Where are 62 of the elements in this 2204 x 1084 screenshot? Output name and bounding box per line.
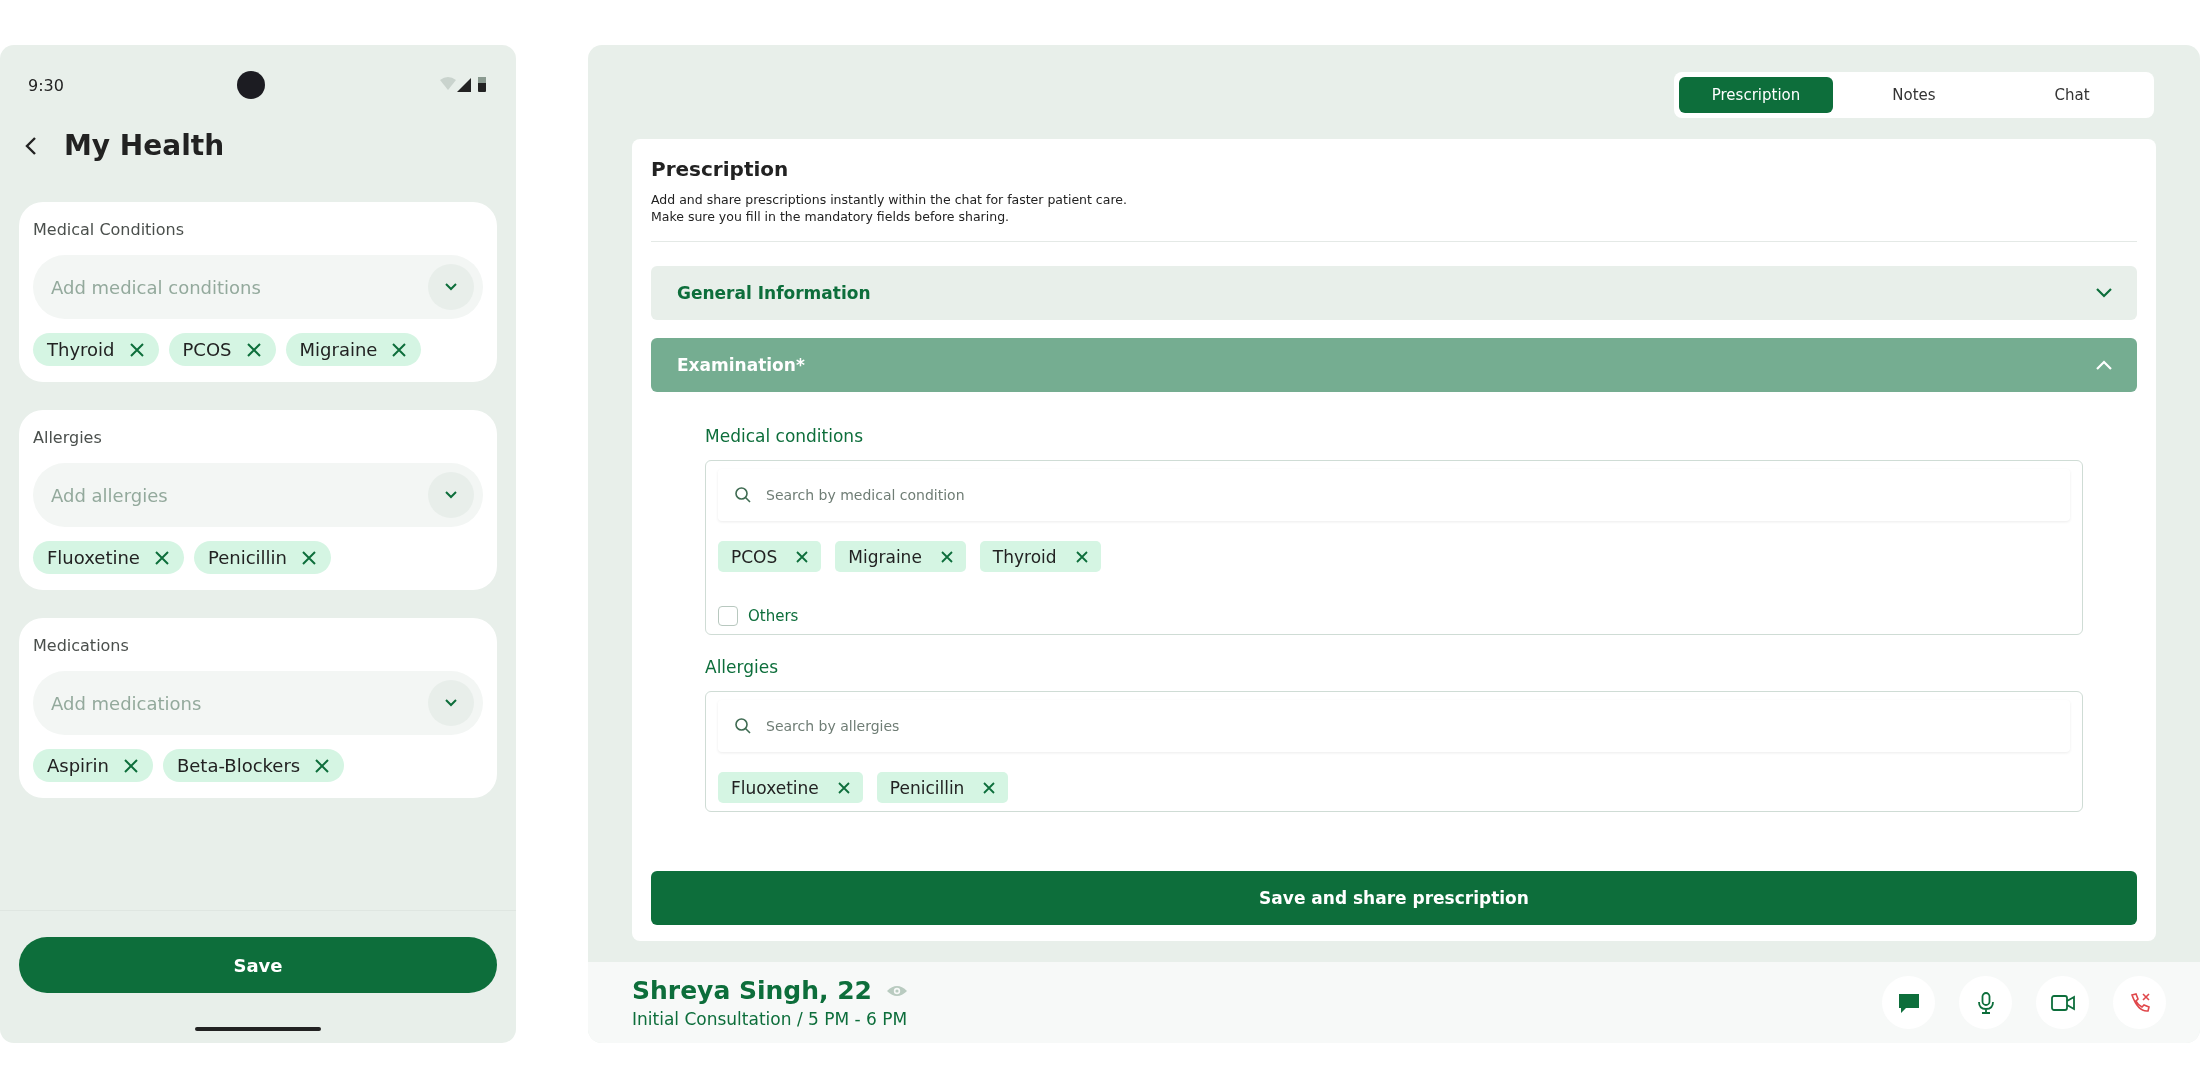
chip-label: Aspirin (47, 755, 109, 776)
close-icon[interactable] (128, 341, 145, 358)
video-camera-icon (2049, 992, 2076, 1013)
end-call-button[interactable] (2113, 976, 2166, 1029)
checkbox[interactable] (718, 606, 738, 626)
chip-label: Thyroid (992, 546, 1057, 567)
camera-dot (236, 71, 265, 99)
screen-title: My Health (64, 129, 225, 162)
close-icon[interactable] (122, 757, 139, 774)
tab[interactable]: Notes (1837, 77, 1991, 113)
chip-label: Fluoxetine (47, 547, 140, 568)
microphone-button[interactable] (1959, 976, 2012, 1029)
chip-label: PCOS (182, 339, 232, 360)
close-icon[interactable] (391, 341, 408, 358)
placeholder-text: Add allergies (51, 484, 169, 506)
status-time: 9:30 (28, 75, 64, 95)
placeholder-text: Search by allergies (766, 718, 901, 734)
search-icon (734, 486, 752, 504)
submit-button[interactable]: Save and share prescription (651, 871, 2137, 925)
close-icon[interactable] (795, 549, 810, 564)
chat-icon (1896, 991, 1921, 1014)
close-icon[interactable] (939, 549, 954, 564)
close-icon[interactable] (836, 780, 851, 795)
tab[interactable]: Chat (1995, 77, 2149, 113)
section-label: Medications (33, 636, 130, 655)
field-label: Medical conditions (705, 426, 864, 446)
search-field[interactable]: Search by medical condition (718, 469, 2070, 521)
card-title: Prescription (651, 157, 790, 181)
description-text: Add and share prescriptions instantly within the chat for faster patient care. (651, 191, 1128, 208)
tab[interactable]: Prescription (1679, 77, 1833, 113)
checkbox-label: Others (748, 607, 799, 625)
placeholder-text: Add medications (51, 692, 203, 714)
placeholder-text: Search by medical condition (766, 487, 966, 503)
chevron-up-icon[interactable] (2095, 359, 2113, 371)
description-text: Make sure you fill in the mandatory fields before sharing. (651, 208, 1011, 225)
close-icon[interactable] (982, 780, 997, 795)
field-label: Allergies (705, 657, 780, 677)
chip-label: Beta-Blockers (176, 755, 301, 776)
search-icon (734, 717, 752, 735)
chip-label: Migraine (848, 546, 922, 567)
consultation-time: Initial Consultation / 5 PM - 6 PM (632, 1009, 908, 1029)
patient-name: Shreya Singh, 22 (632, 976, 872, 1005)
save-button[interactable]: Save (19, 937, 497, 993)
chip-label: Penicillin (889, 777, 965, 798)
close-icon[interactable] (153, 549, 170, 566)
chip-label: Fluoxetine (731, 777, 819, 798)
search-field[interactable]: Search by allergies (718, 700, 2070, 752)
accordion-header[interactable]: General Information (651, 266, 2137, 320)
chip-label: Migraine (299, 339, 378, 360)
close-icon[interactable] (1074, 549, 1089, 564)
chevron-down-icon[interactable] (2095, 287, 2113, 299)
section-label: Allergies (33, 428, 103, 447)
chip-label: Thyroid (47, 339, 115, 360)
chat-button[interactable] (1882, 976, 1935, 1029)
section-label: Medical Conditions (33, 220, 186, 239)
close-icon[interactable] (314, 757, 331, 774)
close-icon[interactable] (245, 341, 262, 358)
placeholder-text: Add medical conditions (51, 276, 262, 298)
chip-label: PCOS (731, 546, 778, 567)
video-camera-button[interactable] (2036, 976, 2089, 1029)
chip-label: Penicillin (207, 547, 287, 568)
close-icon[interactable] (300, 549, 317, 566)
